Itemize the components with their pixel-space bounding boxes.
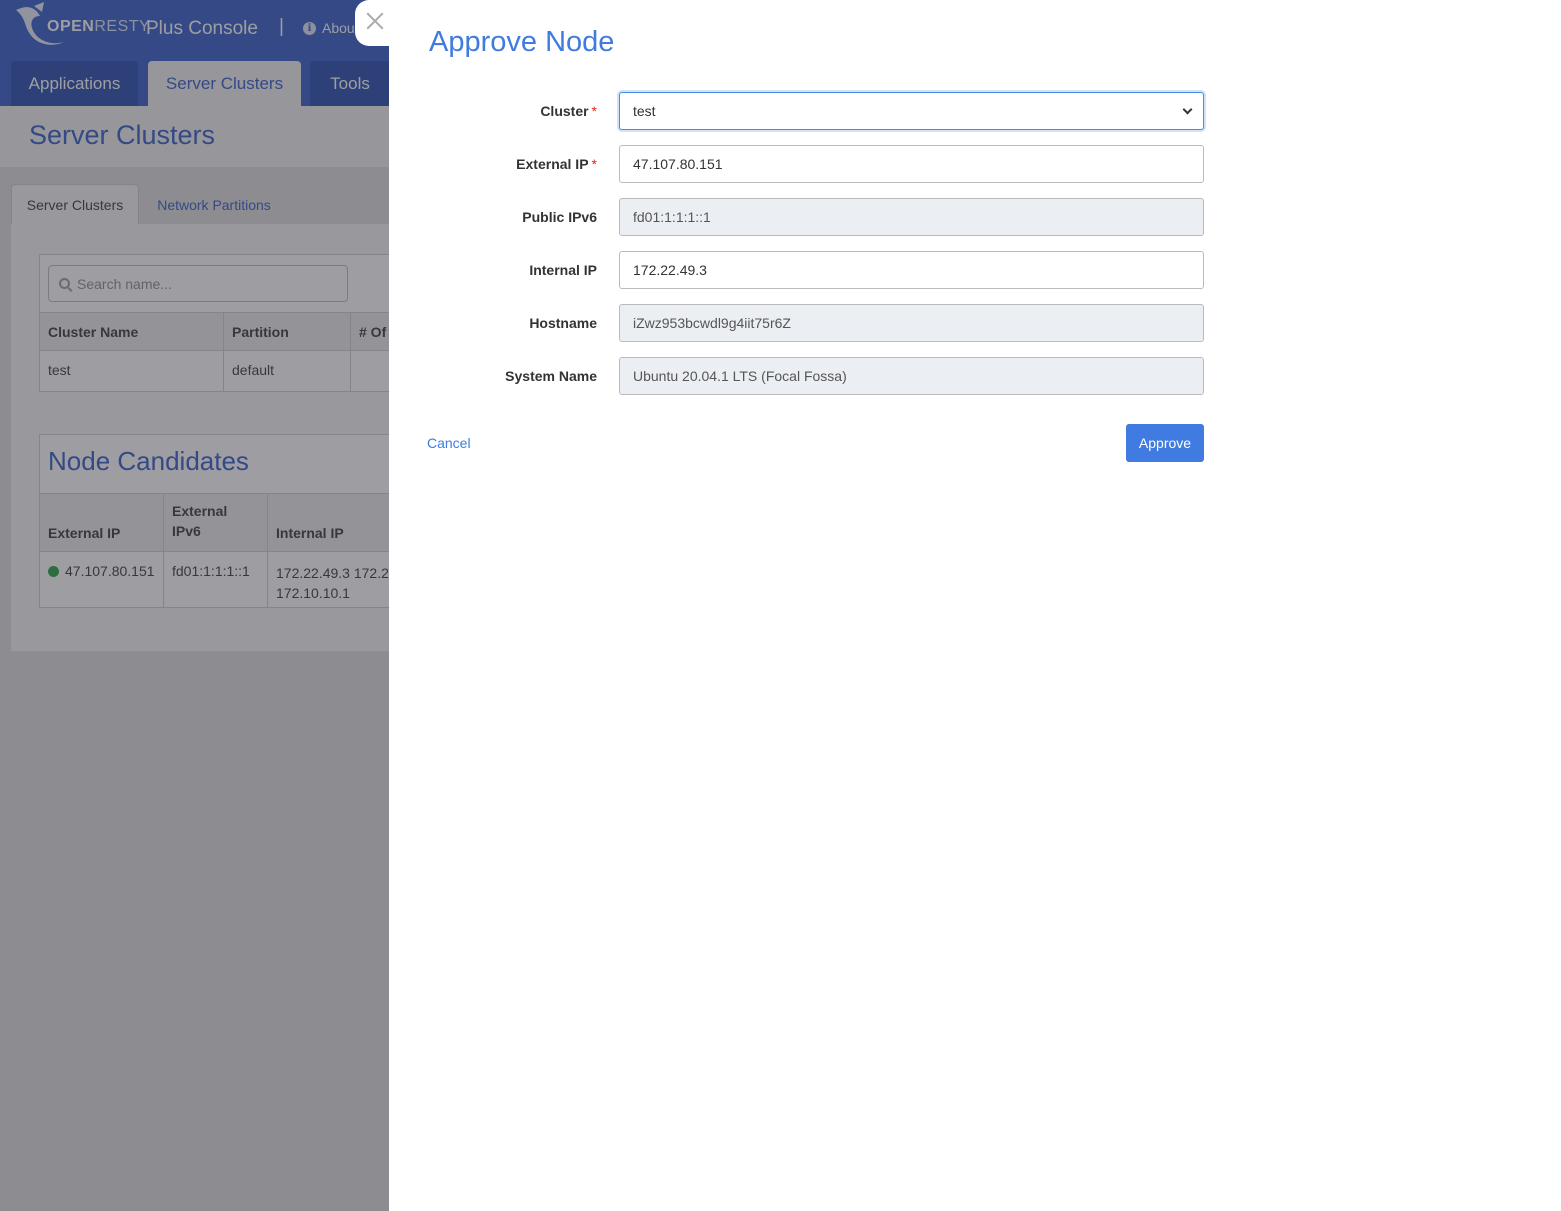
internal-ip-field[interactable]	[619, 251, 1204, 289]
chevron-down-icon	[1182, 104, 1193, 115]
hostname-label: Hostname	[529, 315, 597, 331]
public-ipv6-label: Public IPv6	[522, 209, 597, 225]
drawer-title: Approve Node	[429, 26, 615, 58]
approve-button[interactable]: Approve	[1126, 424, 1204, 462]
cancel-button[interactable]: Cancel	[427, 435, 471, 451]
system-name-field	[619, 357, 1204, 395]
cluster-select[interactable]: test	[619, 92, 1204, 130]
system-name-label: System Name	[505, 368, 597, 384]
internal-ip-label: Internal IP	[529, 262, 597, 278]
public-ipv6-field	[619, 198, 1204, 236]
cluster-label: Cluster *	[540, 103, 597, 119]
close-icon[interactable]	[366, 12, 384, 30]
hostname-field	[619, 304, 1204, 342]
external-ip-field[interactable]	[619, 145, 1204, 183]
external-ip-label: External IP *	[516, 156, 597, 172]
cluster-select-value: test	[633, 103, 656, 119]
